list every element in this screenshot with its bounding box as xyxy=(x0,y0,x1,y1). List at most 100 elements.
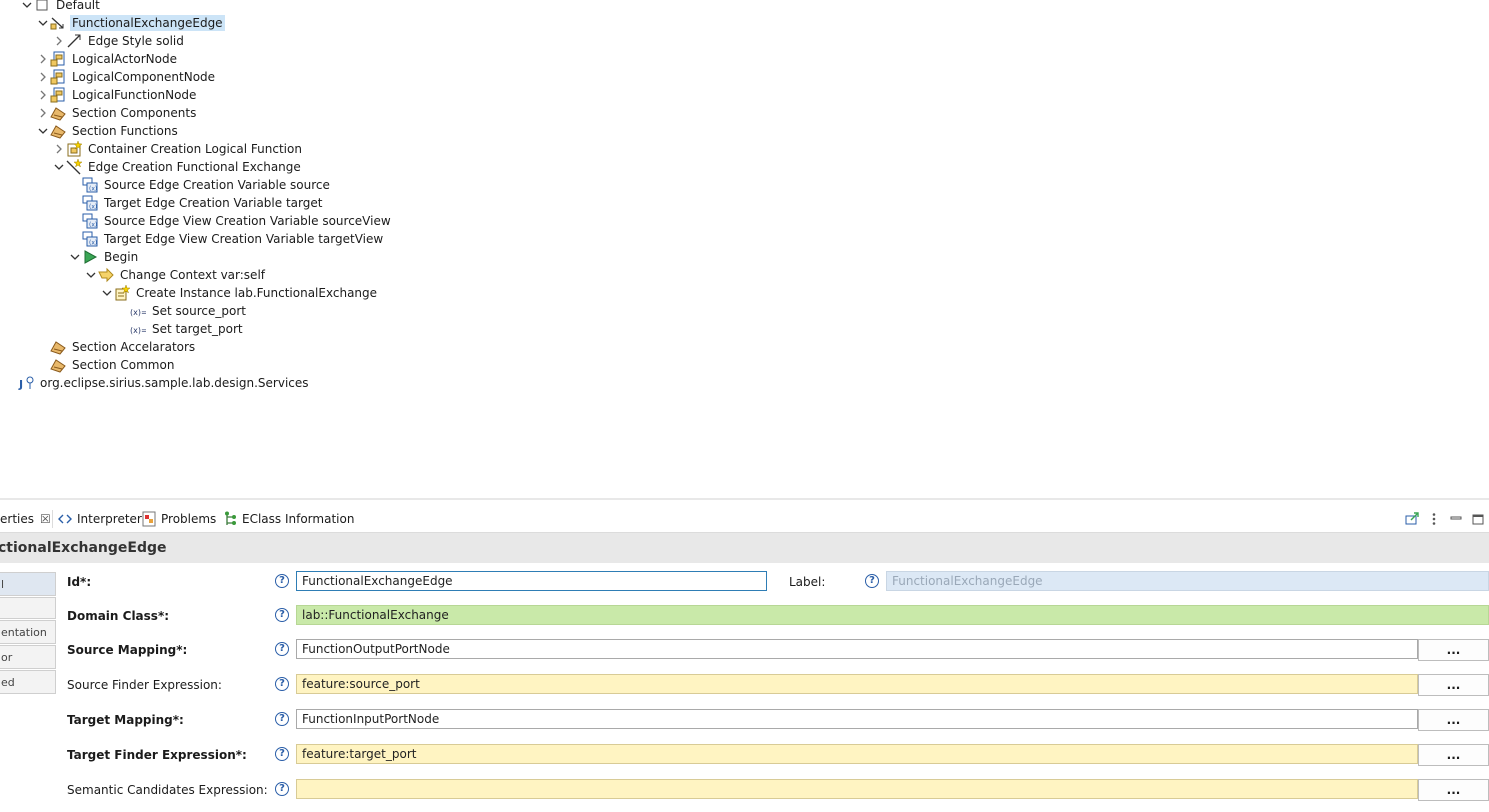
tree-item-logical-component-node[interactable]: LogicalComponentNode xyxy=(36,68,217,86)
tree-item-variable-source[interactable]: (x) Source Edge Creation Variable source xyxy=(68,176,332,194)
tree-item-change-context[interactable]: Change Context var:self xyxy=(84,266,267,284)
chevron-right-icon[interactable] xyxy=(36,104,50,122)
chevron-right-icon[interactable] xyxy=(36,50,50,68)
svg-text:(x)=: (x)= xyxy=(130,308,146,317)
help-icon[interactable]: ? xyxy=(275,677,289,691)
domain-class-field[interactable]: lab::FunctionalExchange xyxy=(296,605,1489,625)
chevron-down-icon[interactable] xyxy=(100,284,114,302)
form-row-id: Id*: ? FunctionalExchangeEdge Label: ? F… xyxy=(0,571,1489,593)
view-menu-icon[interactable] xyxy=(1423,508,1445,530)
tab-eclass-information[interactable]: EClass Information xyxy=(222,506,354,532)
tree-item-logical-actor-node[interactable]: LogicalActorNode xyxy=(36,50,179,68)
close-icon[interactable]: ☒ xyxy=(40,512,51,526)
id-field[interactable]: FunctionalExchangeEdge xyxy=(296,571,767,591)
semantic-candidates-expression-field[interactable] xyxy=(296,779,1418,799)
variable-icon: (x) xyxy=(82,177,98,193)
source-mapping-browse-button[interactable]: ... xyxy=(1418,639,1489,661)
field-label: Target Mapping*: xyxy=(67,713,184,727)
tree-item-label: org.eclipse.sirius.sample.lab.design.Ser… xyxy=(40,376,309,390)
tree-item-section-accelarators[interactable]: Section Accelarators xyxy=(36,338,197,356)
tree-item-label: LogicalComponentNode xyxy=(72,70,216,84)
tree-item-label: Set source_port xyxy=(152,304,246,318)
chevron-right-icon[interactable] xyxy=(52,140,66,158)
semantic-candidates-expression-button[interactable]: ... xyxy=(1418,779,1489,801)
maximize-icon[interactable] xyxy=(1467,508,1489,530)
tree-item-set-source-port[interactable]: (x)= Set source_port xyxy=(116,302,248,320)
minimize-icon[interactable] xyxy=(1445,508,1467,530)
help-icon[interactable]: ? xyxy=(275,782,289,796)
tree-item-edge-creation[interactable]: Edge Creation Functional Exchange xyxy=(52,158,303,176)
tab-properties[interactable]: erties ☒ xyxy=(0,506,51,532)
field-label: Id*: xyxy=(67,575,92,589)
tree-item-label: Section Functions xyxy=(72,124,178,138)
tree-item-section-common[interactable]: Section Common xyxy=(36,356,176,374)
tab-label: erties xyxy=(0,512,34,526)
help-icon[interactable]: ? xyxy=(275,608,289,622)
tree-item-edge-style[interactable]: Edge Style solid xyxy=(52,32,186,50)
chevron-down-icon[interactable] xyxy=(84,266,98,284)
tree-item-label: Target Edge View Creation Variable targe… xyxy=(104,232,384,246)
tree-item-default[interactable]: Default xyxy=(20,0,102,14)
tree-item-label: Target Edge Creation Variable target xyxy=(104,196,323,210)
tree-item-logical-function-node[interactable]: LogicalFunctionNode xyxy=(36,86,198,104)
label-field[interactable]: FunctionalExchangeEdge xyxy=(886,571,1489,591)
help-icon[interactable]: ? xyxy=(275,574,289,588)
source-finder-expression-button[interactable]: ... xyxy=(1418,674,1489,696)
form-row-domain-class: Domain Class*: ? lab::FunctionalExchange xyxy=(0,605,1489,627)
help-icon[interactable]: ? xyxy=(275,747,289,761)
tree-item-container-creation[interactable]: Container Creation Logical Function xyxy=(52,140,304,158)
svg-text:(x)=: (x)= xyxy=(130,326,146,335)
java-extension-icon: J xyxy=(18,375,34,391)
chevron-down-icon[interactable] xyxy=(68,248,82,266)
tree-item-label: FunctionalExchangeEdge xyxy=(70,15,225,31)
tree-item-label: Source Edge Creation Variable source xyxy=(104,178,330,192)
help-icon[interactable]: ? xyxy=(865,574,879,588)
pin-icon[interactable] xyxy=(1401,508,1423,530)
help-icon[interactable]: ? xyxy=(275,642,289,656)
interpreter-icon xyxy=(57,511,73,527)
tree-item-variable-target-view[interactable]: (x) Target Edge View Creation Variable t… xyxy=(68,230,385,248)
form-row-source-finder-expression: Source Finder Expression: ? feature:sour… xyxy=(0,674,1489,696)
field-label: Source Finder Expression: xyxy=(67,678,222,692)
tree-item-variable-source-view[interactable]: (x) Source Edge View Creation Variable s… xyxy=(68,212,393,230)
chevron-right-icon[interactable] xyxy=(52,32,66,50)
tree-item-set-target-port[interactable]: (x)= Set target_port xyxy=(116,320,245,338)
tree-item-label: Source Edge View Creation Variable sourc… xyxy=(104,214,391,228)
tree-item-java-extension[interactable]: J org.eclipse.sirius.sample.lab.design.S… xyxy=(4,374,311,392)
tree-item-label: Set target_port xyxy=(152,322,243,336)
tree-item-variable-target[interactable]: (x) Target Edge Creation Variable target xyxy=(68,194,324,212)
tab-problems[interactable]: Problems xyxy=(141,506,216,532)
tree-item-create-instance[interactable]: Create Instance lab.FunctionalExchange xyxy=(100,284,379,302)
tree-item-label: Container Creation Logical Function xyxy=(88,142,302,156)
target-mapping-browse-button[interactable]: ... xyxy=(1418,709,1489,731)
tree-item-label: LogicalActorNode xyxy=(72,52,177,66)
tree-item-functional-exchange-edge[interactable]: FunctionalExchangeEdge xyxy=(36,14,225,32)
tool-section-icon xyxy=(50,357,66,373)
tree-item-section-components[interactable]: Section Components xyxy=(36,104,198,122)
chevron-down-icon[interactable] xyxy=(20,0,34,14)
tree-item-label: Change Context var:self xyxy=(120,268,265,282)
source-finder-expression-field[interactable]: feature:source_port xyxy=(296,674,1418,694)
chevron-down-icon[interactable] xyxy=(52,158,66,176)
tool-section-icon xyxy=(50,123,66,139)
target-finder-expression-field[interactable]: feature:target_port xyxy=(296,744,1418,764)
chevron-down-icon[interactable] xyxy=(36,14,50,32)
chevron-right-icon[interactable] xyxy=(36,86,50,104)
tree-item-label: Create Instance lab.FunctionalExchange xyxy=(136,286,378,300)
sash[interactable] xyxy=(0,498,1489,500)
source-mapping-field[interactable]: FunctionOutputPortNode xyxy=(296,639,1418,659)
tree-item-section-functions[interactable]: Section Functions xyxy=(36,122,180,140)
tree-item-label: Section Components xyxy=(72,106,197,120)
tree-item-begin[interactable]: Begin xyxy=(68,248,140,266)
edge-creation-icon xyxy=(66,159,82,175)
edge-mapping-icon xyxy=(50,15,66,31)
tab-interpreter[interactable]: Interpreter xyxy=(57,506,142,532)
field-label: Target Finder Expression*: xyxy=(67,748,247,762)
target-finder-expression-button[interactable]: ... xyxy=(1418,744,1489,766)
chevron-right-icon[interactable] xyxy=(36,68,50,86)
chevron-down-icon[interactable] xyxy=(36,122,50,140)
target-mapping-field[interactable]: FunctionInputPortNode xyxy=(296,709,1418,729)
form-row-source-mapping: Source Mapping*: ? FunctionOutputPortNod… xyxy=(0,639,1489,661)
help-icon[interactable]: ? xyxy=(275,712,289,726)
svg-text:(x): (x) xyxy=(89,240,97,247)
